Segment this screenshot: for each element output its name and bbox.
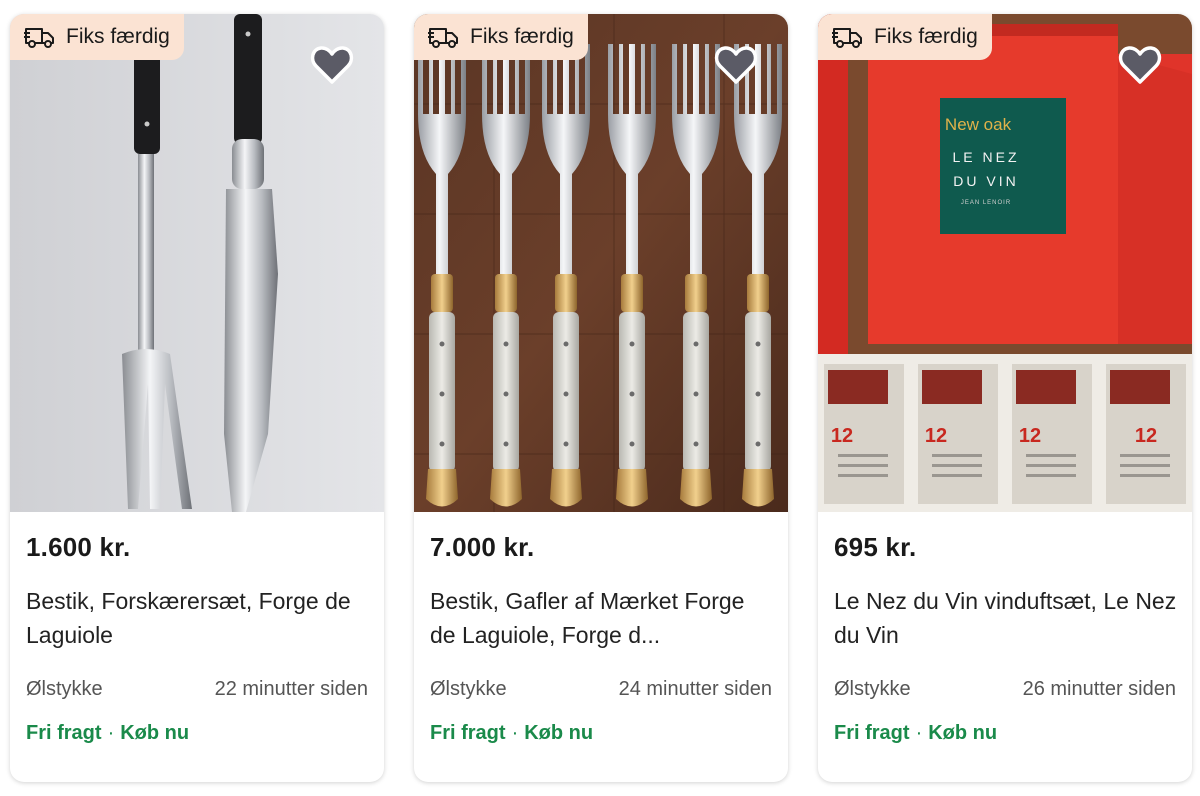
heart-icon	[714, 46, 758, 84]
fiks-faerdig-badge: Fiks færdig	[818, 14, 992, 60]
listing-title[interactable]: Bestik, Gafler af Mærket Forge de Laguio…	[430, 584, 776, 652]
shipping-info: Fri fragt · Køb nu	[26, 722, 189, 745]
listing-location: Ølstykke	[430, 678, 507, 700]
free-shipping-label: Fri fragt	[834, 722, 910, 744]
listing-meta: Ølstykke 26 minutter siden	[834, 678, 1176, 701]
listing-card[interactable]: New oak LE NEZ DU VIN JEAN LENOIR 12 12 …	[818, 14, 1192, 782]
truck-icon	[24, 28, 54, 48]
listing-title[interactable]: Le Nez du Vin vinduftsæt, Le Nez du Vin	[834, 584, 1180, 652]
fiks-faerdig-badge: Fiks færdig	[414, 14, 588, 60]
listing-image[interactable]: New oak LE NEZ DU VIN JEAN LENOIR 12 12 …	[818, 14, 1192, 512]
separator: ·	[511, 722, 519, 744]
kit-brand-line3: DU VIN	[953, 173, 1018, 189]
listing-meta: Ølstykke 24 minutter siden	[430, 678, 772, 701]
listing-time: 24 minutter siden	[618, 678, 772, 700]
listing-info: 7.000 kr. Bestik, Gafler af Mærket Forge…	[414, 512, 788, 782]
badge-label: Fiks færdig	[66, 25, 170, 48]
kit-number: 12	[1135, 425, 1157, 447]
listing-price: 1.600 kr.	[26, 532, 131, 562]
heart-icon	[310, 46, 354, 84]
separator: ·	[915, 722, 923, 744]
buy-now-label: Køb nu	[524, 722, 594, 744]
listing-image[interactable]	[10, 14, 384, 512]
kit-brand-line2: LE NEZ	[952, 149, 1019, 165]
favorite-button[interactable]	[308, 40, 356, 88]
listing-price: 7.000 kr.	[430, 532, 535, 562]
fiks-faerdig-badge: Fiks færdig	[10, 14, 184, 60]
listing-time: 22 minutter siden	[214, 678, 368, 700]
separator: ·	[107, 722, 115, 744]
favorite-button[interactable]	[1116, 40, 1164, 88]
listing-info: 1.600 kr. Bestik, Forskærersæt, Forge de…	[10, 512, 384, 782]
badge-label: Fiks færdig	[470, 25, 574, 48]
carving-set-photo	[10, 14, 384, 512]
listing-time: 26 minutter siden	[1022, 678, 1176, 700]
listing-meta: Ølstykke 22 minutter siden	[26, 678, 368, 701]
listing-location: Ølstykke	[26, 678, 103, 700]
listing-location: Ølstykke	[834, 678, 911, 700]
listing-price: 695 kr.	[834, 532, 917, 562]
truck-icon	[428, 28, 458, 48]
heart-icon	[1118, 46, 1162, 84]
kit-brand-line1: New oak	[945, 115, 1012, 134]
shipping-info: Fri fragt · Køb nu	[430, 722, 593, 745]
badge-label: Fiks færdig	[874, 25, 978, 48]
buy-now-label: Køb nu	[120, 722, 190, 744]
listing-grid: Fiks færdig 1.600 kr. Bestik, Forskærers…	[0, 0, 1200, 796]
shipping-info: Fri fragt · Køb nu	[834, 722, 997, 745]
listing-info: 695 kr. Le Nez du Vin vinduftsæt, Le Nez…	[818, 512, 1192, 782]
kit-author: JEAN LENOIR	[961, 200, 1011, 206]
free-shipping-label: Fri fragt	[430, 722, 506, 744]
listing-card[interactable]: Fiks færdig 7.000 kr. Bestik, Gafler af …	[414, 14, 788, 782]
free-shipping-label: Fri fragt	[26, 722, 102, 744]
listing-image[interactable]	[414, 14, 788, 512]
wine-aroma-kit-photo: New oak LE NEZ DU VIN JEAN LENOIR 12 12 …	[818, 14, 1192, 512]
kit-number: 12	[925, 425, 947, 447]
listing-card[interactable]: Fiks færdig 1.600 kr. Bestik, Forskærers…	[10, 14, 384, 782]
truck-icon	[832, 28, 862, 48]
favorite-button[interactable]	[712, 40, 760, 88]
forks-photo	[414, 14, 788, 512]
kit-number: 12	[831, 425, 853, 447]
buy-now-label: Køb nu	[928, 722, 998, 744]
listing-title[interactable]: Bestik, Forskærersæt, Forge de Laguiole	[26, 584, 372, 652]
kit-number: 12	[1019, 425, 1041, 447]
